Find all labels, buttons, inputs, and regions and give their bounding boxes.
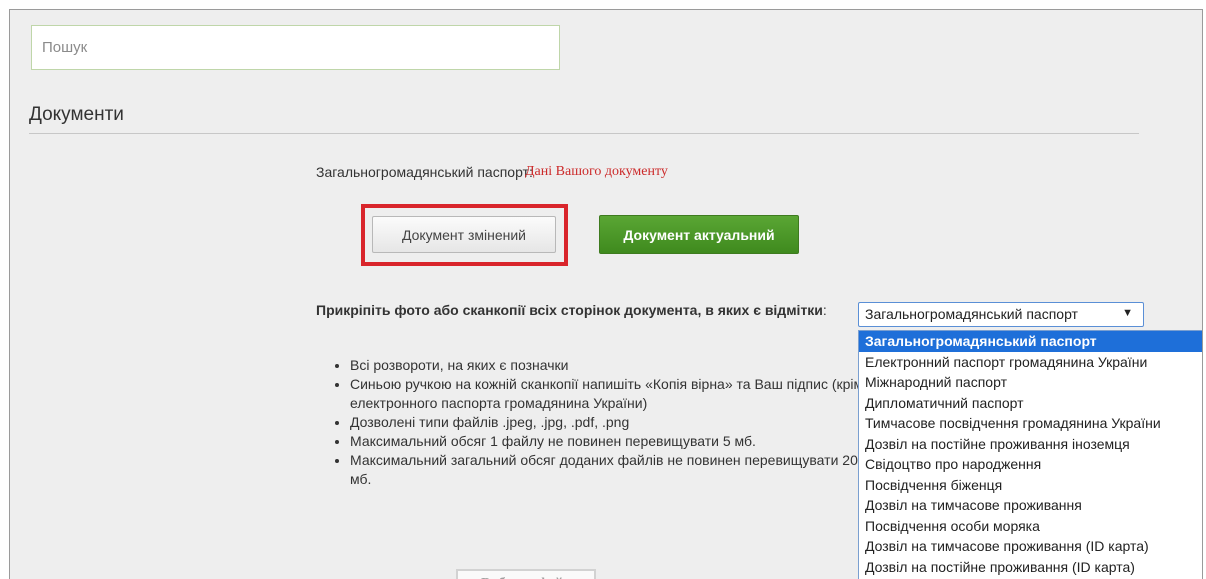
select-option[interactable]: Міжнародний паспорт: [859, 372, 1202, 393]
section-divider: [29, 133, 1139, 134]
list-item: Синьою ручкою на кожній сканкопії напиші…: [350, 375, 880, 413]
section-title: Документи: [29, 104, 124, 125]
attach-rules-list: Всі розвороти, на яких є позначки Синьою…: [328, 356, 880, 489]
select-option[interactable]: Посвідчення особи моряка: [859, 516, 1202, 537]
attach-heading-suffix: :: [822, 302, 827, 318]
document-type-select[interactable]: Загальногромадянський паспорт ▼: [858, 302, 1144, 327]
list-item: Максимальний обсяг 1 файлу не повинен пе…: [350, 432, 880, 451]
select-option[interactable]: Дозвіл на постійне проживання іноземця: [859, 434, 1202, 455]
select-option[interactable]: Тимчасове посвідчення громадянина Україн…: [859, 413, 1202, 434]
list-item: Максимальний загальний обсяг доданих фай…: [350, 451, 880, 489]
document-data-link[interactable]: Дані Вашого документу: [525, 164, 668, 180]
select-value: Загальногромадянський паспорт: [865, 306, 1078, 322]
search-input[interactable]: [31, 25, 560, 70]
attach-instructions-heading: Прикріпіть фото або сканкопії всіх сторі…: [316, 301, 846, 319]
document-actual-button[interactable]: Документ актуальний: [599, 215, 799, 254]
document-changed-button[interactable]: Документ змінений: [372, 216, 556, 253]
select-option[interactable]: Дипломатичний паспорт: [859, 393, 1202, 414]
select-option[interactable]: Дозвіл на тимчасове проживання (ID карта…: [859, 536, 1202, 557]
attach-heading-text: Прикріпіть фото або сканкопії всіх сторі…: [316, 302, 823, 318]
select-option[interactable]: Свідоцтво про народження: [859, 454, 1202, 475]
select-option[interactable]: Загальногромадянський паспорт: [859, 331, 1202, 352]
select-option[interactable]: Електронний паспорт громадянина України: [859, 352, 1202, 373]
select-option[interactable]: Дозвіл на постійне проживання (ID карта): [859, 557, 1202, 578]
page-frame: Документи Загальногромадянський паспорт:…: [9, 9, 1203, 579]
list-item: Дозволені типи файлів .jpeg, .jpg, .pdf,…: [350, 413, 880, 432]
document-type-options: Загальногромадянський паспорт Електронни…: [858, 330, 1202, 579]
choose-file-button[interactable]: Вибрати файл: [456, 569, 596, 579]
chevron-down-icon: ▼: [1122, 307, 1133, 319]
select-option[interactable]: Посвідчення біженця: [859, 475, 1202, 496]
document-type-label: Загальногромадянський паспорт:: [316, 164, 533, 180]
list-item: Всі розвороти, на яких є позначки: [350, 356, 880, 375]
select-option[interactable]: Дозвіл на тимчасове проживання: [859, 495, 1202, 516]
